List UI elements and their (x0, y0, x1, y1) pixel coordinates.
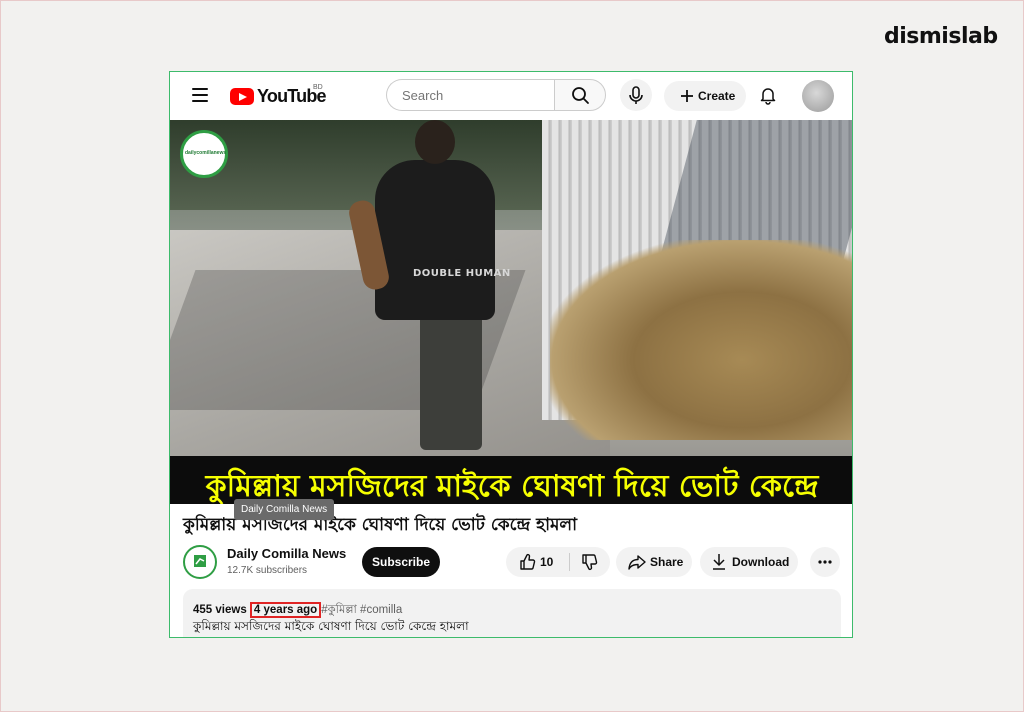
channel-avatar[interactable] (183, 545, 217, 579)
video-person-legs (420, 310, 482, 450)
subscribe-button[interactable]: Subscribe (362, 547, 440, 577)
voice-search-button[interactable] (620, 79, 652, 111)
video-caption-bar: কুমিল্লায় মসজিদের মাইকে ঘোষণা দিয়ে ভোট… (170, 456, 852, 504)
channel-name[interactable]: Daily Comilla News (227, 546, 346, 561)
more-actions-button[interactable] (810, 547, 840, 577)
video-person-body (375, 160, 495, 320)
dismislab-logo: dismislab (884, 24, 998, 49)
view-count: 455 views (193, 604, 247, 616)
video-person-head (415, 120, 455, 164)
download-label: Download (732, 555, 790, 569)
description-text: কুমিল্লায় মসজিদের মাইকে ঘোষণা দিয়ে ভোট… (193, 619, 469, 633)
region-code: BD (313, 84, 323, 91)
like-count: 10 (540, 555, 554, 569)
video-haystack (550, 240, 852, 440)
create-button[interactable]: Create (664, 81, 746, 111)
youtube-screenshot-frame: YouTube BD Create (169, 71, 853, 638)
upload-age-highlight: 4 years ago (249, 602, 322, 618)
thumbs-down-icon (582, 554, 598, 571)
video-caption: কুমিল্লায় মসজিদের মাইকে ঘোষণা দিয়ে ভোট… (205, 469, 819, 504)
subscriber-count: 12.7K subscribers (227, 565, 308, 576)
like-button[interactable]: 10 (506, 547, 568, 577)
youtube-topbar: YouTube BD Create (170, 72, 852, 120)
watermark-text: dailycomillanews (185, 150, 227, 156)
user-avatar[interactable] (802, 80, 834, 112)
menu-icon[interactable] (192, 88, 208, 102)
share-icon (628, 555, 646, 570)
thumbs-up-icon (520, 553, 536, 570)
channel-tooltip: Daily Comilla News (234, 499, 335, 520)
microphone-icon (629, 86, 643, 104)
bell-icon (760, 88, 776, 105)
description-box[interactable]: 455 views 4 years ago #কুমিল্লা #comilla … (183, 589, 841, 637)
dislike-button[interactable] (570, 547, 610, 577)
like-dislike-bar: 10 (506, 547, 610, 577)
search-box (386, 79, 554, 111)
youtube-logo[interactable]: YouTube (230, 86, 327, 107)
channel-logo-icon (194, 555, 206, 567)
shirt-print: DOUBLE HUMAN (413, 268, 511, 279)
hashtags[interactable]: #কুমিল্লা #comilla (321, 604, 402, 616)
video-player[interactable]: DOUBLE HUMAN dailycomillanews কুমিল্লায়… (170, 120, 852, 504)
create-label: Create (698, 89, 736, 103)
download-button[interactable]: Download (700, 547, 798, 577)
share-button[interactable]: Share (616, 547, 692, 577)
notifications-button[interactable] (758, 85, 778, 105)
search-icon (572, 87, 589, 104)
channel-watermark: dailycomillanews (180, 130, 228, 178)
share-label: Share (650, 555, 684, 569)
youtube-play-icon (230, 88, 254, 105)
plus-icon (681, 90, 693, 102)
search-button[interactable] (554, 79, 606, 111)
more-horizontal-icon (818, 560, 832, 564)
search-input[interactable] (400, 87, 544, 104)
download-icon (713, 554, 725, 570)
